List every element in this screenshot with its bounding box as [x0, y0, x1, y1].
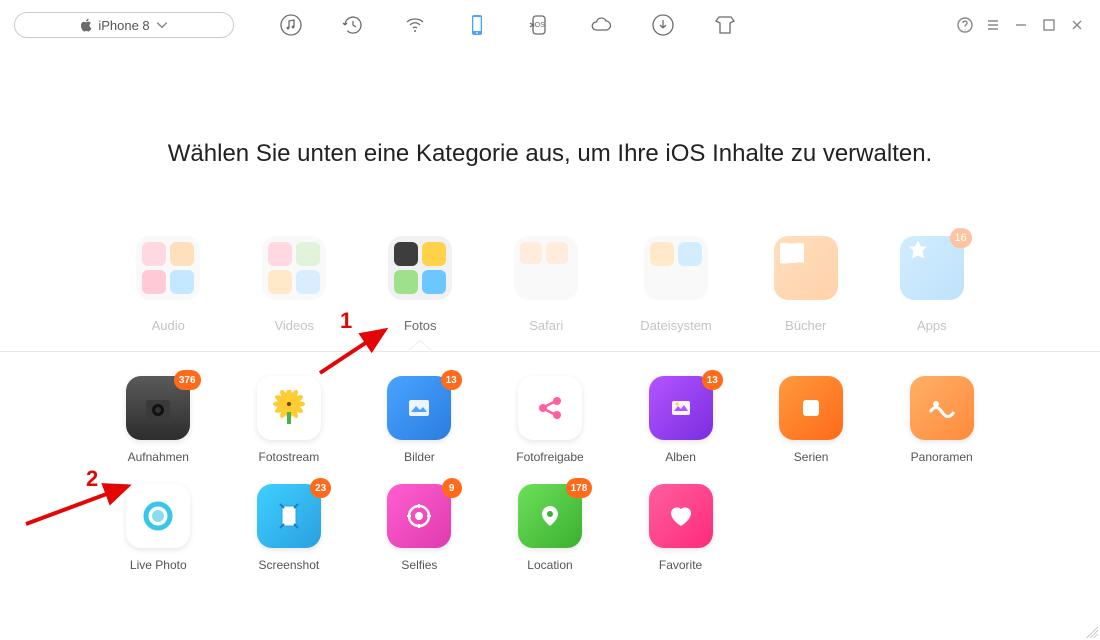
category-books[interactable]: Bücher: [774, 236, 838, 333]
svg-text:iOS: iOS: [533, 22, 545, 29]
filesystem-category-icon: [644, 236, 708, 300]
fotos-category-icon: [388, 236, 452, 300]
subitem-badge: 9: [442, 478, 462, 498]
serien-icon: [779, 376, 843, 440]
ios-transfer-icon[interactable]: iOS: [526, 12, 552, 38]
fotostream-icon: [257, 376, 321, 440]
device-name: iPhone 8: [98, 18, 149, 33]
subitem-selfies[interactable]: Selfies9: [371, 484, 468, 572]
books-category-icon: [774, 236, 838, 300]
panoramen-icon: [910, 376, 974, 440]
window-controls: [956, 16, 1086, 34]
safari-category-icon: [514, 236, 578, 300]
subitem-label: Live Photo: [130, 558, 187, 572]
subitem-badge: 178: [566, 478, 593, 498]
subitem-alben[interactable]: Alben13: [632, 376, 729, 464]
subcategory-grid: Aufnahmen376FotostreamBilder13Fotofreiga…: [0, 352, 1100, 582]
subitem-label: Serien: [794, 450, 829, 464]
divider: [0, 351, 1100, 352]
subitem-favorite[interactable]: Favorite: [632, 484, 729, 572]
subitem-serien[interactable]: Serien: [763, 376, 860, 464]
device-selector[interactable]: iPhone 8: [14, 12, 234, 38]
chevron-down-icon: [156, 18, 168, 32]
subitem-label: Selfies: [401, 558, 437, 572]
minimize-icon[interactable]: [1012, 16, 1030, 34]
subitem-label: Aufnahmen: [128, 450, 189, 464]
subitem-badge: 23: [310, 478, 331, 498]
resize-grip[interactable]: [1086, 626, 1098, 638]
subitem-label: Bilder: [404, 450, 435, 464]
category-label: Videos: [274, 318, 314, 333]
help-icon[interactable]: [956, 16, 974, 34]
subitem-badge: 13: [441, 370, 462, 390]
category-row: Audio Videos Fotos Safari Dateisystem Bücher 1…: [0, 236, 1100, 333]
subitem-livephoto[interactable]: Live Photo: [110, 484, 207, 572]
selfies-icon: [387, 484, 451, 548]
subitem-location[interactable]: Location178: [502, 484, 599, 572]
subitem-bilder[interactable]: Bilder13: [371, 376, 468, 464]
close-icon[interactable]: [1068, 16, 1086, 34]
category-filesystem[interactable]: Dateisystem: [640, 236, 712, 333]
videos-category-icon: [262, 236, 326, 300]
top-toolbar: iPhone 8 iOS: [0, 0, 1100, 50]
subitem-label: Location: [527, 558, 572, 572]
subitem-label: Favorite: [659, 558, 702, 572]
category-audio[interactable]: Audio: [136, 236, 200, 333]
apps-category-icon: 16: [900, 236, 964, 300]
category-badge: 16: [950, 228, 972, 248]
category-safari[interactable]: Safari: [514, 236, 578, 333]
page-heading: Wählen Sie unten eine Kategorie aus, um …: [0, 140, 1100, 168]
category-label: Apps: [917, 318, 947, 333]
subitem-label: Panoramen: [911, 450, 973, 464]
subitem-label: Fotofreigabe: [516, 450, 583, 464]
subitem-fotostream[interactable]: Fotostream: [241, 376, 338, 464]
subitem-panoramen[interactable]: Panoramen: [893, 376, 990, 464]
subitem-badge: 13: [702, 370, 723, 390]
menu-icon[interactable]: [984, 16, 1002, 34]
apple-icon: [80, 18, 92, 32]
category-label: Fotos: [404, 318, 437, 333]
fotofreigabe-icon: [518, 376, 582, 440]
category-label: Dateisystem: [640, 318, 712, 333]
phone-icon[interactable]: [464, 12, 490, 38]
download-icon[interactable]: [650, 12, 676, 38]
category-videos[interactable]: Videos: [262, 236, 326, 333]
toolbar-icons: iOS: [278, 12, 738, 38]
favorite-icon: [649, 484, 713, 548]
category-fotos[interactable]: Fotos: [388, 236, 452, 333]
category-label: Bücher: [785, 318, 826, 333]
category-label: Audio: [152, 318, 185, 333]
subitem-label: Alben: [665, 450, 696, 464]
subitem-screenshot[interactable]: Screenshot23: [241, 484, 338, 572]
subitem-badge: 376: [174, 370, 201, 390]
music-icon[interactable]: [278, 12, 304, 38]
subitem-label: Fotostream: [259, 450, 320, 464]
wifi-sync-icon[interactable]: [402, 12, 428, 38]
category-apps[interactable]: 16 Apps: [900, 236, 964, 333]
subitem-fotofreigabe[interactable]: Fotofreigabe: [502, 376, 599, 464]
livephoto-icon: [126, 484, 190, 548]
history-icon[interactable]: [340, 12, 366, 38]
subitem-label: Screenshot: [259, 558, 320, 572]
audio-category-icon: [136, 236, 200, 300]
maximize-icon[interactable]: [1040, 16, 1058, 34]
subitem-aufnahmen[interactable]: Aufnahmen376: [110, 376, 207, 464]
category-label: Safari: [529, 318, 563, 333]
cloud-icon[interactable]: [588, 12, 614, 38]
skin-icon[interactable]: [712, 12, 738, 38]
